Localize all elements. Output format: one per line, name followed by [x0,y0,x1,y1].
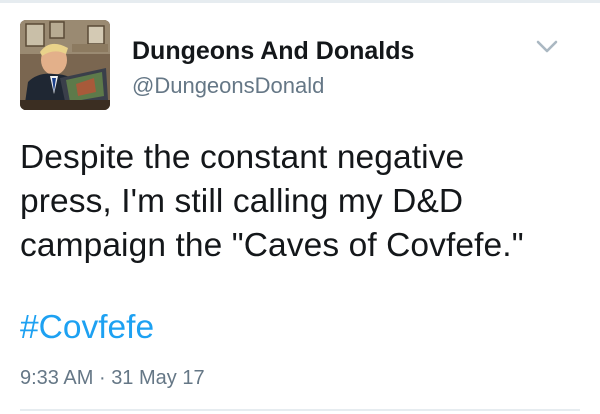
avatar[interactable] [20,20,110,110]
tweet-header: Dungeons And Donalds @DungeonsDonald [20,20,580,112]
tweet-card: Dungeons And Donalds @DungeonsDonald Des… [0,0,600,414]
tweet-menu-button[interactable] [534,38,560,56]
author-names: Dungeons And Donalds @DungeonsDonald [132,36,414,100]
tweet-time: 9:33 AM [20,367,94,389]
tweet-date: 31 May 17 [111,367,205,389]
hashtag-link[interactable]: #Covfefe [20,306,154,350]
bottom-divider [20,409,580,411]
tweet-text-line: Despite the constant negative [20,139,465,176]
tweet-timestamp[interactable]: 9:33 AM · 31 May 17 [20,365,205,391]
display-name[interactable]: Dungeons And Donalds [132,36,414,66]
tweet-text: Despite the constant negative press, I'm… [20,136,580,268]
chevron-down-icon [536,40,558,53]
tweet-text-line: campaign the "Caves of Covfefe." [20,227,524,264]
avatar-photo-icon [20,20,110,110]
timestamp-separator: · [98,367,106,389]
tweet-text-line: press, I'm still calling my D&D [20,183,464,220]
user-handle[interactable]: @DungeonsDonald [132,72,414,100]
